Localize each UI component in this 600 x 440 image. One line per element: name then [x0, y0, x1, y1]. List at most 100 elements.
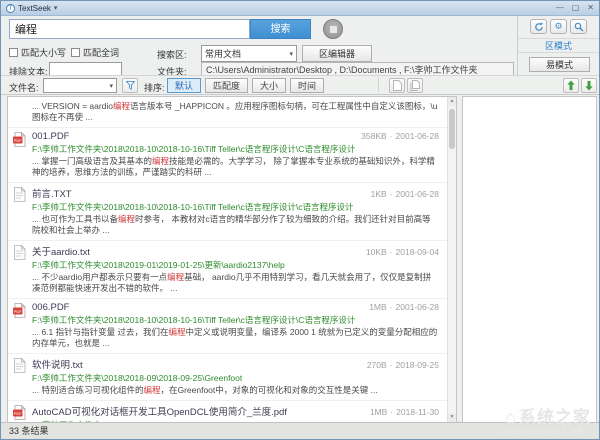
result-path: F:\李帅工作文件夹\2018\2019-01\2019-01-25\更新\aa…: [32, 259, 439, 271]
search-keyword-highlight: 编程: [169, 327, 186, 337]
txt-icon: [13, 187, 26, 202]
close-button[interactable]: ✕: [587, 3, 594, 13]
result-snippet: ... VERSION = aardio编程语言版本号 _HAPPICON 。应…: [32, 101, 439, 123]
result-filename: AutoCAD可视化对话框开发工具OpenDCL使用简介_兰度.pdf: [32, 404, 287, 418]
result-size: 1MB: [370, 407, 387, 417]
svg-text:PDF: PDF: [14, 411, 23, 416]
sort-button-0[interactable]: 默认: [167, 78, 201, 93]
result-item[interactable]: PDF AutoCAD可视化对话框开发工具OpenDCL使用简介_兰度.pdf …: [8, 401, 447, 422]
zone-select[interactable]: 常用文档 ▾: [201, 45, 297, 62]
result-size: 270B: [367, 360, 387, 370]
result-size: 358KB: [361, 131, 387, 141]
textseek-window: T TextSeek ▾ — ▢ ✕ 搜索 匹配大小写 匹配全词 搜索区: 常用…: [0, 0, 600, 440]
toolbar-divider: [378, 78, 379, 92]
meta-separator: ·: [390, 189, 393, 199]
match-case-checkbox[interactable]: [9, 48, 18, 57]
search-button[interactable]: 搜索: [250, 19, 311, 39]
preview-search-button[interactable]: [570, 19, 587, 34]
result-snippet: ... 也可作为工具书以备编程时参考， 本教材对c语言的精华部分作了较为细致的介…: [32, 214, 439, 236]
zone-editor-button[interactable]: 区编辑器: [302, 45, 372, 62]
whole-word-checkbox[interactable]: [71, 48, 80, 57]
sort-button-2[interactable]: 大小: [252, 78, 286, 93]
pdf-icon: PDF: [13, 405, 26, 420]
sort-button-group: 默认匹配度大小时间: [167, 78, 328, 93]
app-icon: T: [6, 4, 15, 13]
previous-match-button[interactable]: [563, 78, 579, 93]
meta-separator: ·: [390, 131, 393, 141]
next-match-button[interactable]: [581, 78, 597, 93]
sort-button-1[interactable]: 匹配度: [205, 78, 248, 93]
result-snippet: ... 不少aardio用户都表示只要有一点编程基础， aardio几乎不用特别…: [32, 272, 439, 294]
maximize-button[interactable]: ▢: [572, 3, 580, 13]
match-case-label: 匹配大小写: [21, 46, 66, 59]
gear-icon: ⚙: [554, 22, 562, 31]
result-path: F:\李帅工作文件夹\2018\2018-10\2018-10-16\Tiff …: [32, 314, 439, 326]
meta-separator: ·: [390, 360, 393, 370]
result-item[interactable]: PDF 软件说明.txt 270B·2018-09-25 F:\李帅工作文件夹\…: [8, 354, 447, 401]
pdf-icon: PDF: [13, 132, 26, 147]
result-item[interactable]: PDF 关于aardio.txt 10KB·2018-09-04 F:\李帅工作…: [8, 241, 447, 299]
magnifier-icon: [574, 22, 584, 32]
txt-icon: [13, 358, 26, 373]
result-item[interactable]: PDF 前言.TXT 1KB·2001-06-28 F:\李帅工作文件夹\201…: [8, 183, 447, 241]
sort-label: 排序:: [144, 81, 165, 94]
search-input[interactable]: [9, 19, 250, 39]
app-menu-caret-icon[interactable]: ▾: [54, 4, 58, 12]
open-file-button[interactable]: [389, 78, 405, 93]
match-case-option[interactable]: 匹配大小写: [9, 46, 66, 59]
search-keyword-highlight: 编程: [143, 385, 160, 395]
scroll-up-button[interactable]: ▲: [448, 97, 456, 106]
refresh-button[interactable]: [530, 19, 547, 34]
chevron-down-icon: ▾: [289, 50, 293, 58]
title-bar: T TextSeek ▾ — ▢ ✕: [1, 1, 599, 16]
result-path: F:\李帅工作文件夹\2018\2018-09\2018-09-25\Green…: [32, 372, 439, 384]
result-item-partial[interactable]: ... VERSION = aardio编程语言版本号 _HAPPICON 。应…: [8, 97, 447, 128]
txt-icon: [13, 245, 26, 260]
documents-stack-icon: [410, 80, 421, 91]
sort-button-3[interactable]: 时间: [290, 78, 324, 93]
result-date: 2018-11-30: [396, 407, 439, 417]
filename-select[interactable]: ▾: [43, 78, 117, 93]
results-pane: ... VERSION = aardio编程语言版本号 _HAPPICON 。应…: [7, 96, 457, 423]
scroll-down-button[interactable]: ▼: [448, 413, 456, 422]
easy-mode-button[interactable]: 易模式: [529, 57, 590, 72]
result-snippet: ... 掌握一门高级语言及其基本的编程技能是必需的。大学学习， 除了掌握本专业系…: [32, 156, 439, 178]
svg-text:PDF: PDF: [14, 138, 23, 143]
zone-mode-link[interactable]: 区模式: [518, 38, 599, 53]
result-meta: 1KB·2001-06-28: [363, 189, 439, 199]
filter-button[interactable]: [122, 78, 138, 93]
results-scrollbar[interactable]: ▲ ▼: [447, 97, 456, 422]
whole-word-option[interactable]: 匹配全词: [71, 46, 119, 59]
open-folder-button[interactable]: [407, 78, 423, 93]
result-item[interactable]: PDF 006.PDF 1MB·2001-06-28 F:\李帅工作文件夹\20…: [8, 299, 447, 354]
chevron-down-icon: ▾: [109, 82, 113, 90]
result-date: 2018-09-25: [396, 360, 439, 370]
result-snippet: ... 特别适合练习可视化组件的编程，在Greenfoot中，对象的可视化和对象…: [32, 385, 439, 396]
filename-label: 文件名:: [9, 81, 39, 94]
minimize-button[interactable]: —: [556, 3, 564, 13]
scrollbar-thumb[interactable]: [449, 109, 455, 149]
result-item[interactable]: PDF 001.PDF 358KB·2001-06-28 F:\李帅工作文件夹\…: [8, 128, 447, 183]
app-title[interactable]: TextSeek: [18, 4, 51, 13]
result-meta: 10KB·2018-09-04: [358, 247, 439, 257]
result-meta: 358KB·2001-06-28: [353, 131, 439, 141]
svg-text:PDF: PDF: [14, 309, 23, 314]
settings-button[interactable]: ⚙: [550, 19, 567, 34]
whole-word-label: 匹配全词: [83, 46, 119, 59]
result-snippet: ... 6.1 指针与指针变量 过去，我们在编程中定义或说明变量，编译系 200…: [32, 327, 439, 349]
stop-button[interactable]: [323, 19, 343, 39]
result-filename: 软件说明.txt: [32, 357, 83, 371]
green-down-arrow-icon: [584, 80, 594, 91]
status-bar: 33 条结果: [1, 422, 599, 439]
results-list: ... VERSION = aardio编程语言版本号 _HAPPICON 。应…: [8, 97, 447, 422]
search-keyword-highlight: 编程: [113, 101, 130, 111]
search-keyword-highlight: 编程: [118, 214, 135, 224]
document-icon: [393, 80, 402, 91]
funnel-icon: [126, 81, 135, 90]
preview-pane: [462, 96, 597, 423]
mode-panel: ⚙ 区模式 易模式: [517, 16, 599, 75]
result-count: 33 条结果: [9, 426, 49, 436]
result-meta: 1MB·2018-11-30: [362, 407, 439, 417]
result-date: 2001-06-28: [396, 131, 439, 141]
result-meta: 270B·2018-09-25: [359, 360, 439, 370]
